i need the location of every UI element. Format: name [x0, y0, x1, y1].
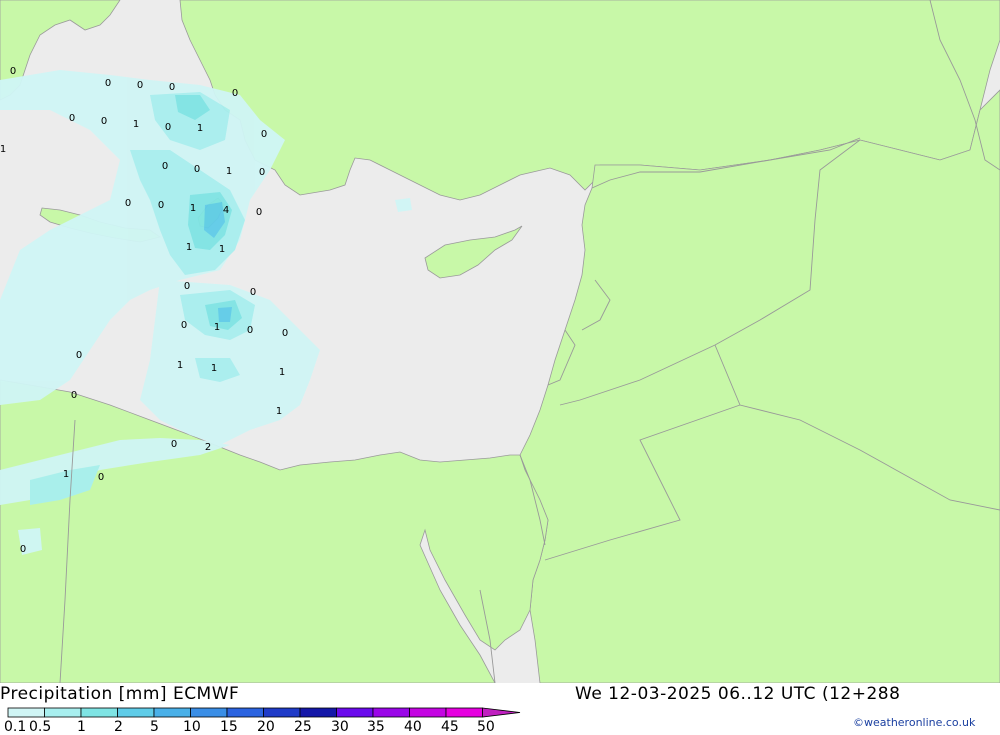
map-label: 0 — [194, 164, 200, 175]
map-title: Precipitation [mm] ECMWF — [0, 684, 240, 704]
scale-box — [372, 707, 410, 718]
map-label: 1 — [276, 406, 282, 417]
scale-box — [336, 707, 374, 718]
map-label: 1 — [133, 119, 139, 130]
map-label: 1 — [226, 166, 232, 177]
map-label: 0 — [76, 350, 82, 361]
map-label: 0 — [184, 281, 190, 292]
map-label: 1 — [211, 363, 217, 374]
color-scale — [7, 707, 521, 718]
map-label: 1 — [0, 144, 6, 155]
map-label: 0 — [171, 439, 177, 450]
scale-box — [299, 707, 337, 718]
validity-time: We 12-03-2025 06..12 UTC (12+288 — [575, 684, 901, 704]
map-label: 0 — [101, 116, 107, 127]
scale-box — [80, 707, 118, 718]
map-label: 1 — [177, 360, 183, 371]
precipitation-map: 0 0 0 0 0 0 0 1 0 1 0 1 0 0 1 0 0 0 1 4 … — [0, 0, 1000, 683]
map-label: 0 — [137, 80, 143, 91]
map-label: 0 — [162, 161, 168, 172]
scale-arrow — [482, 707, 521, 718]
map-label: 0 — [20, 544, 26, 555]
map-label: 1 — [279, 367, 285, 378]
map-label: 0 — [181, 320, 187, 331]
map-label: 0 — [261, 129, 267, 140]
map-label: 1 — [197, 123, 203, 134]
map-label: 1 — [190, 203, 196, 214]
map-label: 0 — [69, 113, 75, 124]
map-label: 0 — [282, 328, 288, 339]
map-label: 1 — [186, 242, 192, 253]
map-label: 0 — [71, 390, 77, 401]
scale-box — [7, 707, 45, 718]
scale-box — [445, 707, 483, 718]
map-label: 0 — [232, 88, 238, 99]
credit-link[interactable]: ©weatheronline.co.uk — [853, 716, 975, 729]
scale-box — [226, 707, 264, 718]
map-label: 0 — [259, 167, 265, 178]
footer-panel: Precipitation [mm] ECMWF We 12-03-2025 0… — [0, 683, 1000, 735]
scale-box — [409, 707, 447, 718]
map-label: 1 — [63, 469, 69, 480]
map-label: 0 — [169, 82, 175, 93]
map-label: 1 — [214, 322, 220, 333]
scale-box — [153, 707, 191, 718]
map-label: 0 — [105, 78, 111, 89]
map-label: 0 — [247, 325, 253, 336]
map-label: 2 — [205, 442, 211, 453]
map-label: 0 — [250, 287, 256, 298]
map-label: 0 — [10, 66, 16, 77]
map-label: 4 — [223, 205, 229, 216]
map-label: 0 — [125, 198, 131, 209]
scale-box — [44, 707, 82, 718]
map-label: 1 — [219, 244, 225, 255]
scale-box — [117, 707, 155, 718]
map-label: 0 — [98, 472, 104, 483]
scale-box — [190, 707, 228, 718]
map-label: 0 — [165, 122, 171, 133]
map-label: 0 — [256, 207, 262, 218]
scale-box — [263, 707, 301, 718]
map-label: 0 — [158, 200, 164, 211]
